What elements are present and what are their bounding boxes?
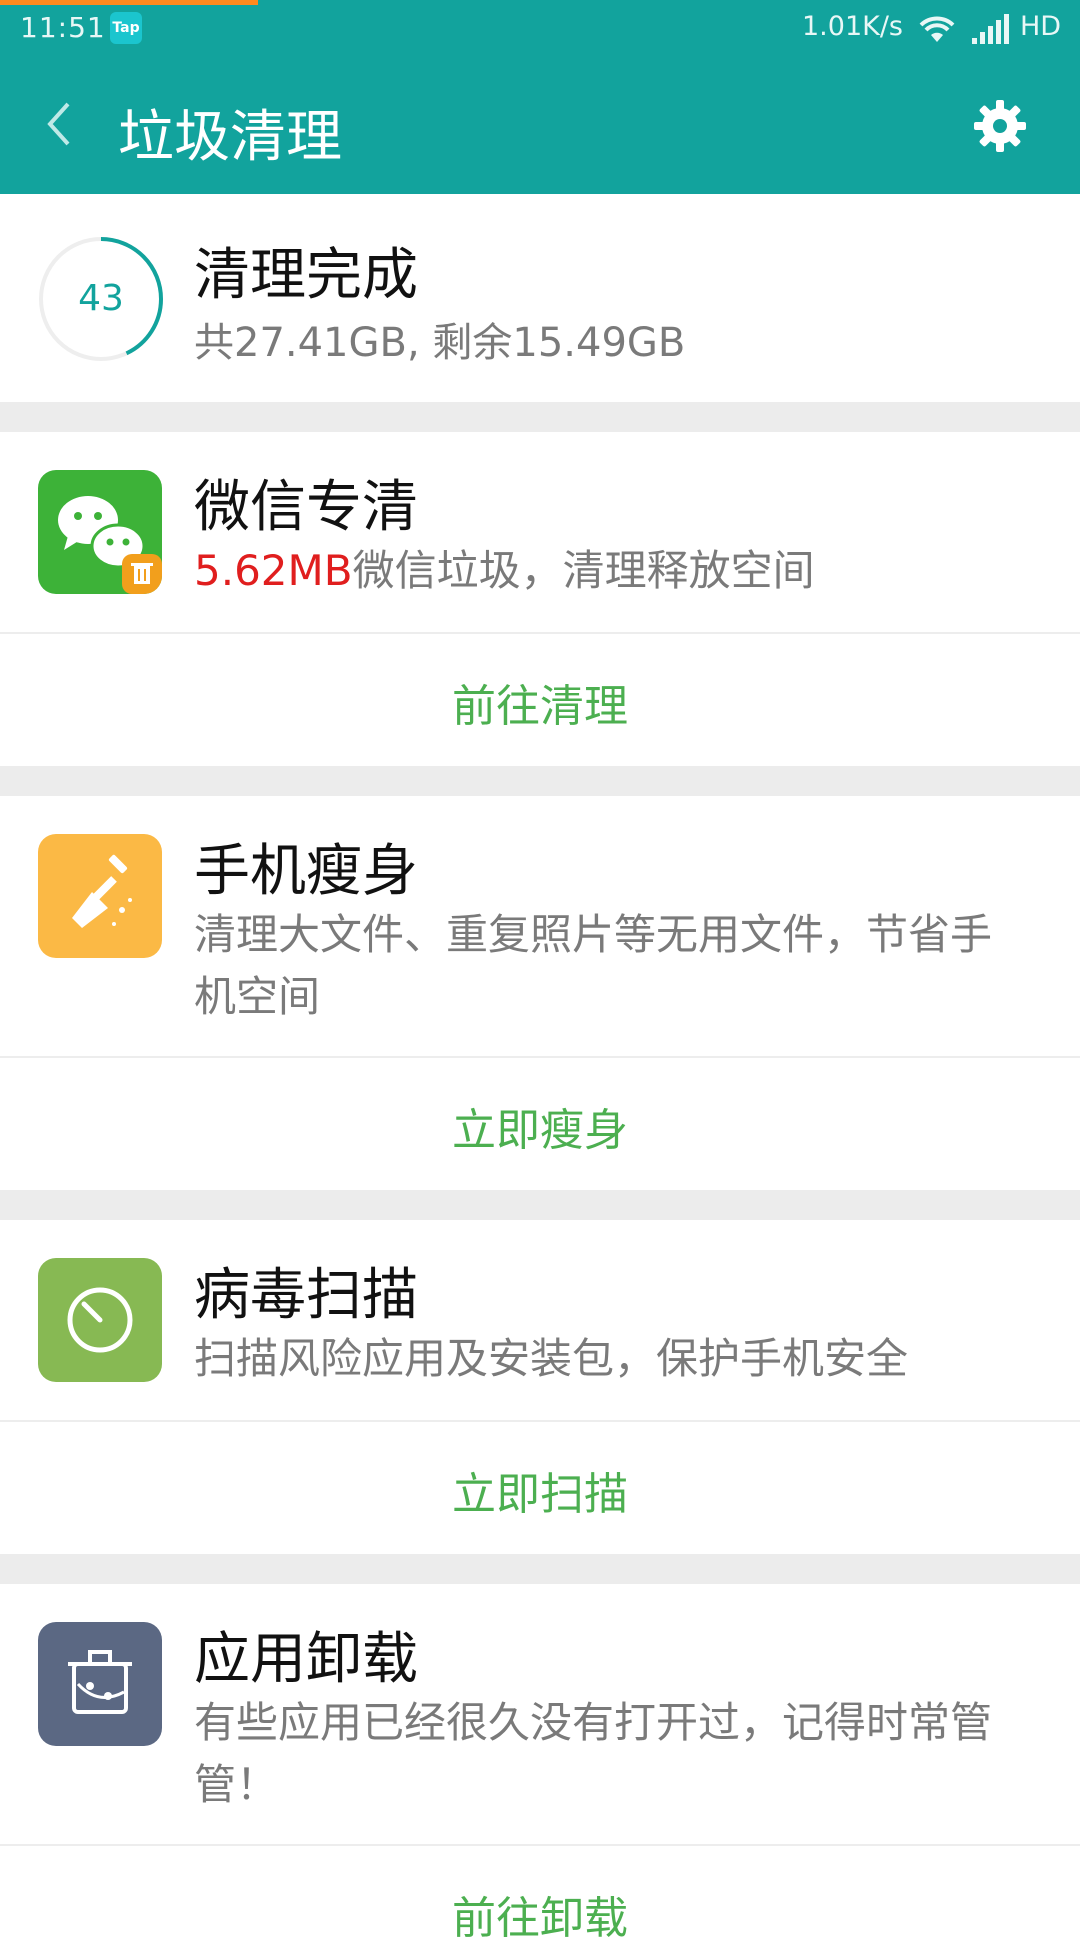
card-description: 扫描风险应用及安装包，保护手机安全 bbox=[194, 1334, 909, 1383]
wifi-icon bbox=[919, 16, 955, 42]
summary-title: 清理完成 bbox=[194, 243, 418, 308]
status-time: 11:51 bbox=[20, 11, 106, 44]
divider bbox=[0, 632, 1080, 634]
status-bar: 11:51 Tap 1.01K/s HD bbox=[0, 0, 1080, 58]
wechat-icon bbox=[38, 470, 162, 594]
card-description: 有些应用已经很久没有打开过，记得时常管管！ bbox=[194, 1698, 993, 1809]
card-title: 微信专清 bbox=[194, 475, 418, 540]
uninstall-icon bbox=[38, 1622, 162, 1746]
network-speed: 1.01K/s bbox=[802, 11, 903, 42]
signal-icon bbox=[972, 14, 1009, 44]
section-divider bbox=[0, 766, 1080, 796]
go-clean-button[interactable]: 前往清理 bbox=[0, 670, 1080, 734]
card-description: 清理大文件、重复照片等无用文件，节省手机空间 bbox=[194, 910, 993, 1021]
app-bar: 垃圾清理 bbox=[0, 58, 1080, 194]
phone-slim-card: 手机瘦身 清理大文件、重复照片等无用文件，节省手机空间 立即瘦身 bbox=[0, 796, 1080, 1190]
score-value: 43 bbox=[78, 278, 124, 319]
divider bbox=[0, 1056, 1080, 1058]
gear-icon[interactable] bbox=[972, 98, 1028, 154]
card-title: 病毒扫描 bbox=[194, 1263, 418, 1328]
slim-now-button[interactable]: 立即瘦身 bbox=[0, 1094, 1080, 1158]
page-title: 垃圾清理 bbox=[118, 105, 342, 170]
scan-icon bbox=[38, 1258, 162, 1382]
section-divider bbox=[0, 402, 1080, 432]
storage-info: 共27.41GB, 剩余15.49GB bbox=[194, 320, 686, 366]
section-divider bbox=[0, 1190, 1080, 1220]
back-icon[interactable] bbox=[40, 94, 80, 154]
section-divider bbox=[0, 1554, 1080, 1584]
scan-now-button[interactable]: 立即扫描 bbox=[0, 1458, 1080, 1522]
divider bbox=[0, 1420, 1080, 1422]
card-description-text: 微信垃圾，清理释放空间 bbox=[352, 546, 815, 595]
tap-app-icon: Tap bbox=[110, 12, 142, 44]
card-description: 5.62MB微信垃圾，清理释放空间 bbox=[194, 540, 1024, 602]
wechat-clean-card: 微信专清 5.62MB微信垃圾，清理释放空间 前往清理 bbox=[0, 432, 1080, 766]
shovel-icon bbox=[38, 834, 162, 958]
network-type-label: HD bbox=[1020, 11, 1062, 42]
card-title: 应用卸载 bbox=[194, 1627, 418, 1692]
clean-summary: 43 清理完成 共27.41GB, 剩余15.49GB bbox=[0, 194, 1080, 402]
junk-size: 5.62MB bbox=[194, 546, 353, 595]
divider bbox=[0, 1844, 1080, 1846]
loading-progress-bar bbox=[0, 0, 258, 5]
virus-scan-card: 病毒扫描 扫描风险应用及安装包，保护手机安全 立即扫描 bbox=[0, 1220, 1080, 1554]
go-uninstall-button[interactable]: 前往卸载 bbox=[0, 1882, 1080, 1946]
card-title: 手机瘦身 bbox=[194, 839, 418, 904]
app-uninstall-card: 应用卸载 有些应用已经很久没有打开过，记得时常管管！ 前往卸载 bbox=[0, 1584, 1080, 1944]
